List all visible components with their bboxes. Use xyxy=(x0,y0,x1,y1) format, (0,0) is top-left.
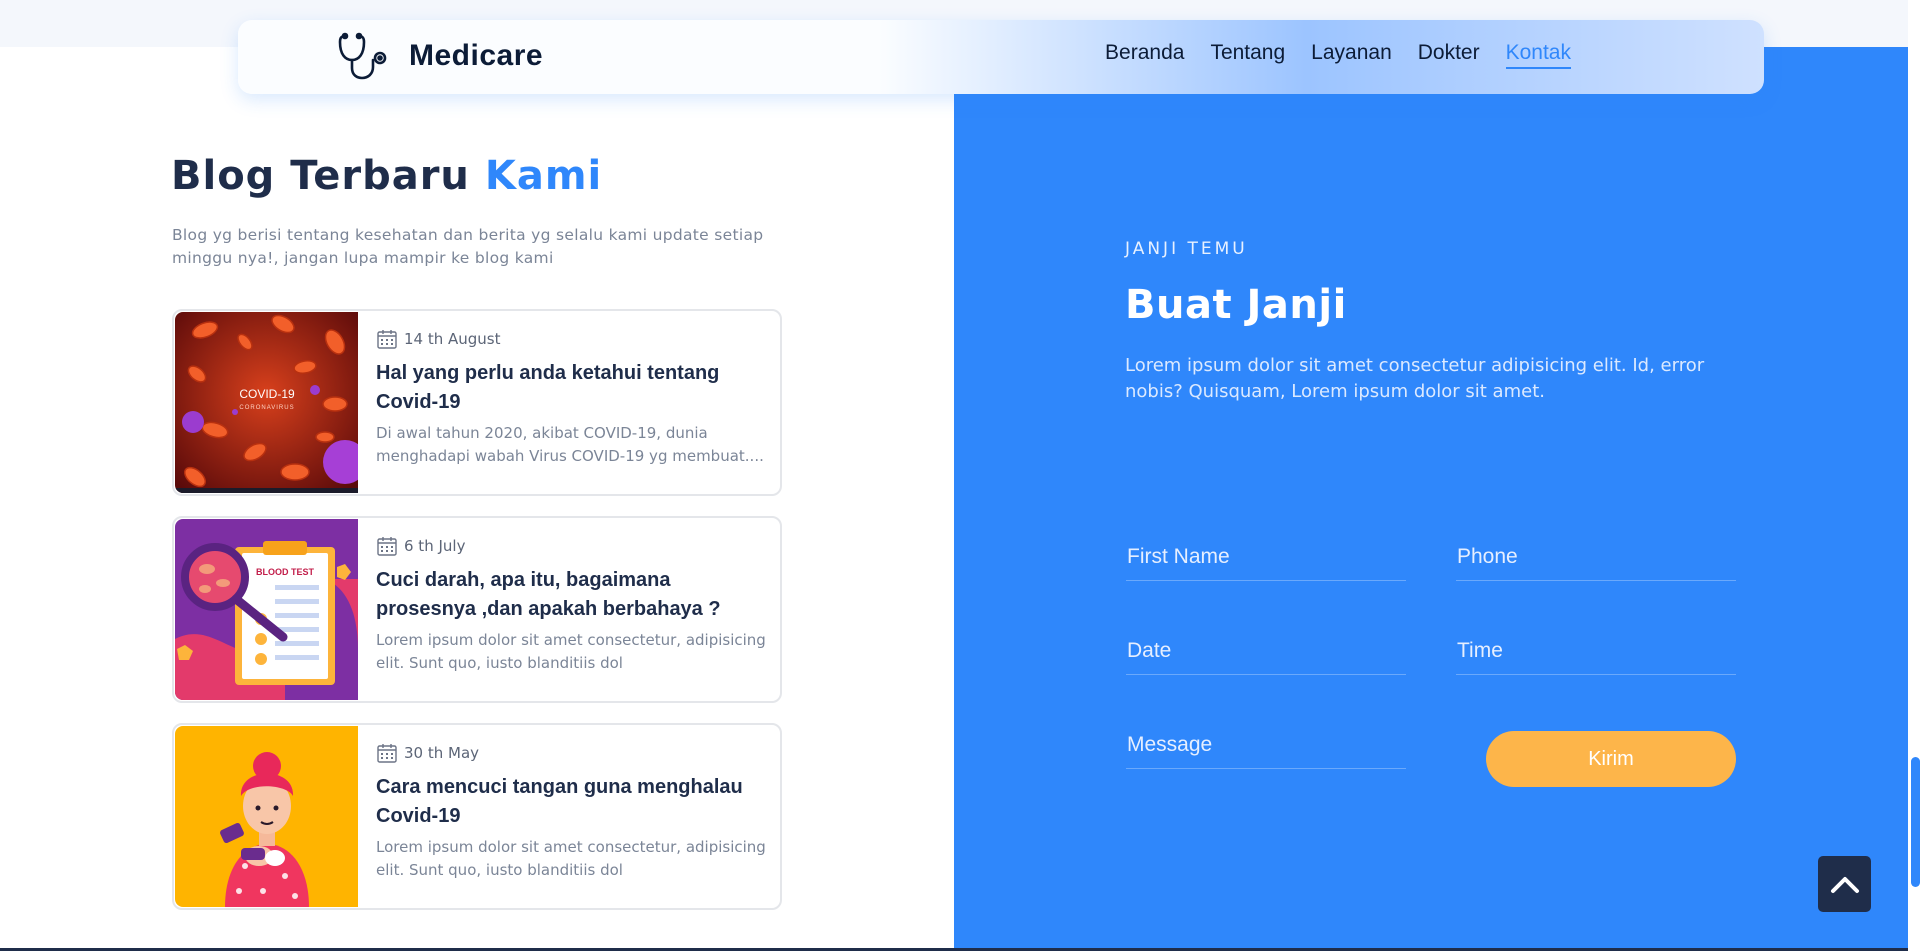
blog-heading-accent: Kami xyxy=(484,153,603,199)
first-name-field-wrapper xyxy=(1126,533,1406,581)
blog-description: Blog yg berisi tentang kesehatan dan ber… xyxy=(172,226,764,267)
card-body: 6 th July Cuci darah, apa itu, bagaimana… xyxy=(376,534,771,675)
appointment-panel xyxy=(954,47,1908,951)
covid-illustration: COVID-19 CORONAVIRUS xyxy=(175,312,358,493)
back-to-top-button[interactable] xyxy=(1818,856,1871,912)
card-date-text: 14 th August xyxy=(404,330,501,348)
date-field[interactable] xyxy=(1126,627,1406,674)
blog-heading-main: Blog Terbaru xyxy=(171,153,470,199)
card-date: 30 th May xyxy=(376,741,771,765)
blood-test-illustration: BLOOD TEST xyxy=(175,519,358,700)
scrollbar-thumb[interactable] xyxy=(1911,757,1920,887)
blog-card[interactable]: BLOOD TEST 6 th July Cuci darah, apa itu… xyxy=(172,516,782,703)
card-excerpt: Lorem ipsum dolor sit amet consectetur, … xyxy=(376,631,766,672)
navbar: Medicare Beranda Tentang Layanan Dokter … xyxy=(238,20,1764,94)
covid-image-text: COVID-19 xyxy=(239,387,295,401)
card-body: 30 th May Cara mencuci tangan guna mengh… xyxy=(376,741,771,882)
first-name-field[interactable] xyxy=(1126,533,1406,580)
covid-image-subtext: CORONAVIRUS xyxy=(239,405,294,411)
nav-links: Beranda Tentang Layanan Dokter Kontak xyxy=(1105,41,1571,69)
brand-name: Medicare xyxy=(409,39,544,72)
card-title[interactable]: Cuci darah, apa itu, bagaimana prosesnya… xyxy=(376,566,771,624)
blog-heading: Blog Terbaru Kami xyxy=(171,153,602,199)
calendar-icon xyxy=(377,330,397,349)
handwashing-illustration xyxy=(175,726,358,907)
blood-test-image-text: BLOOD TEST xyxy=(256,567,315,577)
card-date-text: 30 th May xyxy=(404,744,480,762)
date-field-wrapper xyxy=(1126,627,1406,675)
nav-link-dokter[interactable]: Dokter xyxy=(1418,41,1480,69)
appointment-description: Lorem ipsum dolor sit amet consectetur a… xyxy=(1125,355,1705,402)
blog-card[interactable]: 30 th May Cara mencuci tangan guna mengh… xyxy=(172,723,782,910)
message-field-wrapper xyxy=(1126,721,1406,769)
nav-link-kontak[interactable]: Kontak xyxy=(1505,41,1571,69)
appointment-eyebrow: JANJI TEMU xyxy=(1125,239,1248,259)
nav-link-layanan[interactable]: Layanan xyxy=(1311,41,1392,69)
card-date: 6 th July xyxy=(376,534,771,558)
appointment-title: Buat Janji xyxy=(1125,282,1347,328)
card-date-text: 6 th July xyxy=(404,537,466,555)
brand[interactable]: Medicare xyxy=(335,30,543,82)
card-excerpt: Di awal tahun 2020, akibat COVID-19, dun… xyxy=(376,424,764,465)
phone-field-wrapper xyxy=(1456,533,1736,581)
phone-field[interactable] xyxy=(1456,533,1736,580)
message-field[interactable] xyxy=(1126,721,1406,768)
calendar-icon xyxy=(377,744,397,763)
nav-link-tentang[interactable]: Tentang xyxy=(1210,41,1285,69)
card-date: 14 th August xyxy=(376,327,771,351)
time-field-wrapper xyxy=(1456,627,1736,675)
card-body: 14 th August Hal yang perlu anda ketahui… xyxy=(376,327,771,468)
card-excerpt: Lorem ipsum dolor sit amet consectetur, … xyxy=(376,838,766,879)
stethoscope-icon xyxy=(338,32,387,80)
time-field[interactable] xyxy=(1456,627,1736,674)
submit-button[interactable]: Kirim xyxy=(1486,731,1736,787)
card-title[interactable]: Cara mencuci tangan guna menghalau Covid… xyxy=(376,773,771,831)
blog-card[interactable]: COVID-19 CORONAVIRUS 14 th August Hal ya… xyxy=(172,309,782,496)
card-title[interactable]: Hal yang perlu anda ketahui tentang Covi… xyxy=(376,359,771,417)
nav-link-beranda[interactable]: Beranda xyxy=(1105,41,1184,69)
calendar-icon xyxy=(377,537,397,556)
chevron-up-icon xyxy=(1830,877,1859,893)
